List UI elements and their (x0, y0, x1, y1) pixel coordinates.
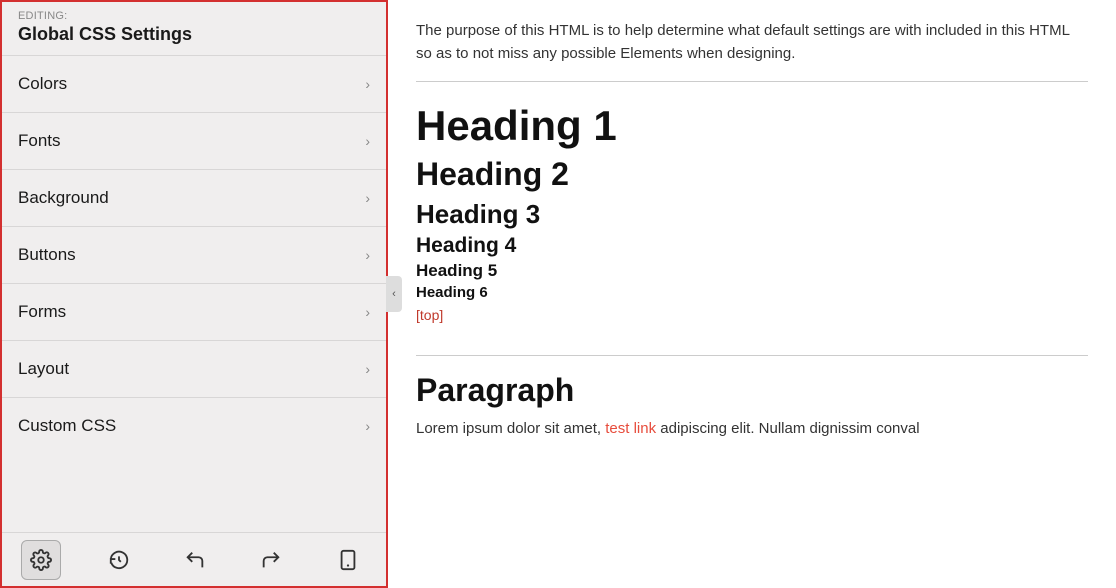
sidebar: EDITING: Global CSS Settings Colors › Fo… (0, 0, 388, 588)
chevron-right-icon: › (365, 418, 370, 434)
sidebar-item-fonts[interactable]: Fonts › (2, 112, 386, 169)
heading-4: Heading 4 (416, 234, 1088, 258)
bottom-toolbar (2, 532, 386, 586)
sidebar-item-buttons[interactable]: Buttons › (2, 226, 386, 283)
chevron-right-icon: › (365, 247, 370, 263)
top-link[interactable]: [top] (416, 307, 443, 323)
mobile-preview-button[interactable] (329, 541, 367, 579)
section-divider (416, 355, 1088, 356)
collapse-sidebar-button[interactable]: ‹ (386, 276, 402, 312)
sidebar-item-custom-css[interactable]: Custom CSS › (2, 397, 386, 454)
sidebar-item-background[interactable]: Background › (2, 169, 386, 226)
test-link[interactable]: test link (605, 420, 656, 437)
paragraph-intro-text: Lorem ipsum dolor sit amet, (416, 420, 605, 437)
settings-button[interactable] (21, 540, 61, 580)
history-button[interactable] (100, 541, 138, 579)
heading-5: Heading 5 (416, 261, 1088, 281)
sidebar-item-layout[interactable]: Layout › (2, 340, 386, 397)
chevron-right-icon: › (365, 133, 370, 149)
paragraph-title: Paragraph (416, 372, 1088, 409)
sidebar-title: Global CSS Settings (2, 22, 386, 55)
redo-button[interactable] (252, 541, 290, 579)
chevron-right-icon: › (365, 76, 370, 92)
heading-1: Heading 1 (416, 102, 1088, 150)
content-area: The purpose of this HTML is to help dete… (388, 0, 1116, 588)
sidebar-nav: Colors › Fonts › Background › Buttons › … (2, 55, 386, 532)
sidebar-item-colors[interactable]: Colors › (2, 55, 386, 112)
editing-label: EDITING: (2, 2, 386, 22)
heading-2: Heading 2 (416, 156, 1088, 193)
paragraph-text: Lorem ipsum dolor sit amet, test link ad… (416, 417, 1088, 441)
chevron-right-icon: › (365, 361, 370, 377)
chevron-right-icon: › (365, 304, 370, 320)
heading-6: Heading 6 (416, 284, 1088, 301)
sidebar-item-forms[interactable]: Forms › (2, 283, 386, 340)
content-intro: The purpose of this HTML is to help dete… (416, 20, 1088, 82)
heading-3: Heading 3 (416, 199, 1088, 230)
undo-button[interactable] (176, 541, 214, 579)
chevron-right-icon: › (365, 190, 370, 206)
paragraph-continuation-text: adipiscing elit. Nullam dignissim conval (656, 420, 919, 437)
